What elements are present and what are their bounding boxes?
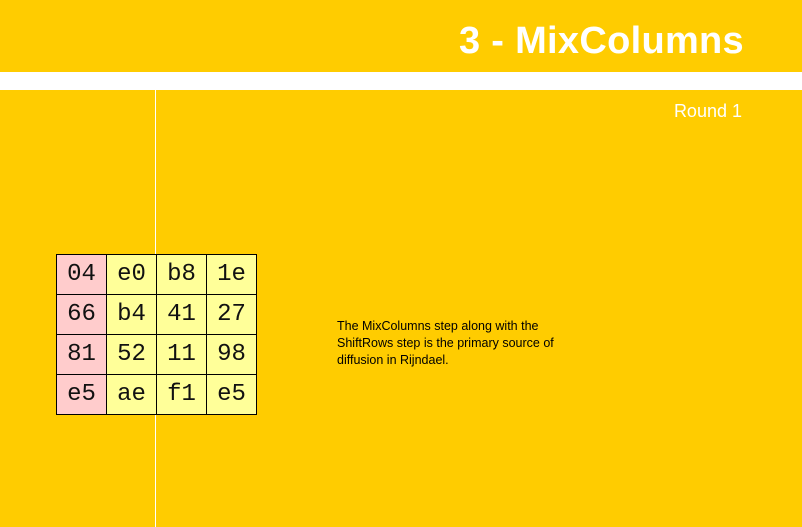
- header-divider: [0, 72, 802, 90]
- matrix-cell: 27: [206, 294, 257, 335]
- matrix-cell-highlighted: e5: [56, 374, 107, 415]
- matrix-row: e5 ae f1 e5: [56, 374, 257, 415]
- matrix-cell-highlighted: 81: [56, 334, 107, 375]
- matrix-cell: e0: [106, 254, 157, 295]
- matrix-cell: e5: [206, 374, 257, 415]
- matrix-cell: 41: [156, 294, 207, 335]
- matrix-cell: f1: [156, 374, 207, 415]
- matrix-cell: b8: [156, 254, 207, 295]
- matrix-row: 04 e0 b8 1e: [56, 254, 257, 295]
- matrix-cell-highlighted: 66: [56, 294, 107, 335]
- matrix-cell: 11: [156, 334, 207, 375]
- matrix-cell: 52: [106, 334, 157, 375]
- description-text: The MixColumns step along with the Shift…: [337, 319, 554, 367]
- matrix-cell: 1e: [206, 254, 257, 295]
- matrix-cell: ae: [106, 374, 157, 415]
- matrix-cell-highlighted: 04: [56, 254, 107, 295]
- slide-title: 3 - MixColumns: [458, 20, 744, 62]
- matrix-cell: b4: [106, 294, 157, 335]
- matrix-cell: 98: [206, 334, 257, 375]
- state-matrix: 04 e0 b8 1e 66 b4 41 27 81 52 11 98 e5 a…: [56, 254, 257, 415]
- round-label: Round 1: [673, 101, 742, 121]
- matrix-row: 81 52 11 98: [56, 334, 257, 375]
- matrix-row: 66 b4 41 27: [56, 294, 257, 335]
